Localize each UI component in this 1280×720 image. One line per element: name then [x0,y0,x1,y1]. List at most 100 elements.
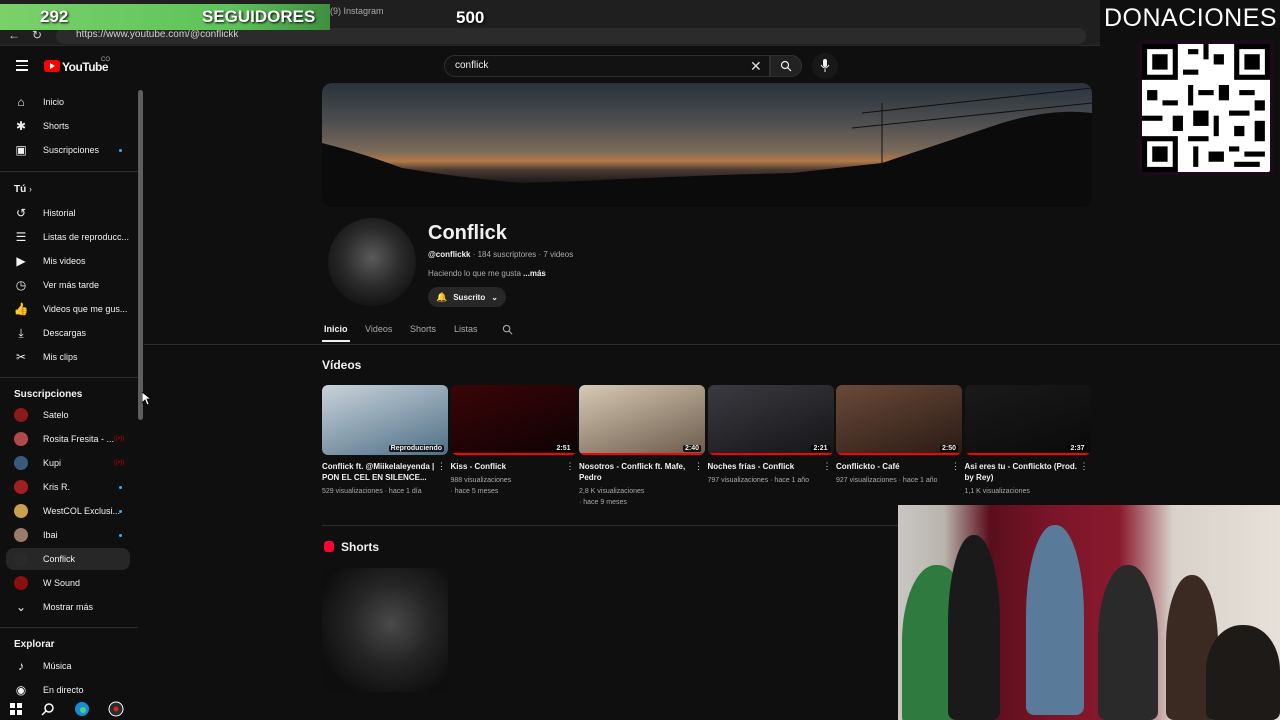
video-meta: 797 visualizaciones · hace 1 año [707,477,810,484]
clear-search-icon[interactable]: ✕ [750,58,762,75]
sidebar-item-mis-videos[interactable]: ▶ Mis videos [6,250,130,272]
video-card[interactable]: 2:50 Conflickto - Café 927 visualizaciones… [836,385,962,486]
sidebar-sub-conflick[interactable]: Conflick [6,548,130,570]
sidebar-item-musica[interactable]: ♪ Música [6,655,130,677]
sidebar-sub-ibai[interactable]: Ibai [6,524,130,546]
taskbar-search-icon[interactable] [40,701,56,717]
sidebar-item-ver-mas-tarde[interactable]: ◷ Ver más tarde [6,274,130,296]
obs-app-icon[interactable] [108,701,124,717]
sidebar-item-listas[interactable]: ☰ Listas de reproducc... [6,226,130,248]
video-card[interactable]: 2:21 Noches frías - Conflick 797 visualiza… [707,385,834,486]
video-meta: 927 visualizaciones · hace 1 año [836,477,938,484]
more-options-icon[interactable]: ⋮ [566,461,575,472]
sidebar-item-suscripciones[interactable]: ▣ Suscripciones [6,139,130,161]
video-card[interactable]: 2:51 Kiss - Conflick 988 visualizaciones · … [450,385,577,497]
sidebar-item-label: Mostrar más [43,602,94,612]
subscribed-button[interactable]: 🔔 Suscrito ⌄ [428,287,506,307]
video-title[interactable]: Conflick ft. @Miikelaleyenda | PON EL CE… [322,461,448,483]
channel-avatar [14,480,28,494]
video-thumbnail[interactable]: Reproduciendo [322,385,448,455]
tab-videos[interactable]: Videos [365,324,392,334]
followers-label: SEGUIDORES [202,7,316,26]
more-options-icon[interactable]: ⋮ [437,461,446,472]
channel-stats: · 184 suscriptores · 7 videos [470,250,574,259]
new-content-dot [119,148,122,152]
video-card[interactable]: Reproduciendo Conflick ft. @Miikelaleyend… [322,385,448,497]
video-meta-secondary: · hace 9 meses [579,499,627,506]
more-options-icon[interactable]: ⋮ [694,461,703,472]
sidebar-sub-satelo[interactable]: Satelo [6,404,130,426]
sidebar-item-label: WestCOL Exclusi... [43,506,121,516]
sidebar-item-label: Conflick [43,554,76,564]
channel-handle: @conflickk [428,250,471,259]
sidebar-item-mis-clips[interactable]: ✂ Mis clips [6,346,130,368]
sidebar-sub-rosita[interactable]: Rosita Fresita - ... ((•)) [6,428,130,450]
short-thumbnail[interactable] [322,568,448,692]
live-indicator-icon: ((•)) [113,436,124,442]
sidebar-sub-kupi[interactable]: Kupi ((•)) [6,452,130,474]
my-videos-icon: ▶ [16,254,26,268]
sidebar-sub-kris[interactable]: Kris R. [6,476,130,498]
video-title[interactable]: Kiss - Conflick [451,461,577,472]
video-thumbnail[interactable]: 2:21 [707,385,834,455]
sidebar-item-label: Listas de reproducc... [43,232,130,242]
sidebar-item-inicio[interactable]: ⌂ Inicio [6,91,130,113]
back-icon[interactable]: ← [8,28,20,42]
sidebar-divider [0,377,138,378]
sidebar-item-historial[interactable]: ↺ Historial [6,202,130,224]
reload-icon[interactable]: ↻ [32,28,42,42]
channel-search-icon[interactable] [502,324,513,335]
video-card[interactable]: 2:40 Nosotros - Conflick ft. Mafe, Pedro 2… [579,385,705,508]
sidebar-item-label: Shorts [43,121,70,131]
video-meta: 1,1 K visualizaciones [964,488,1030,495]
live-icon: ◉ [15,683,27,697]
video-title[interactable]: Noches frías - Conflick [708,461,834,472]
video-thumbnail[interactable]: 2:40 [579,385,705,455]
more-options-icon[interactable]: ⋮ [1080,461,1089,472]
donations-title: DONACIONES [1104,4,1278,32]
sidebar-item-videos-gustados[interactable]: 👍 Videos que me gus... [6,298,130,320]
video-card[interactable]: 2:37 Asi eres tu - Conflickto (Prod. by R… [964,385,1091,497]
videos-section-title: Vídeos [322,358,362,372]
sidebar-item-label: Satelo [43,410,69,420]
more-options-icon[interactable]: ⋮ [951,461,960,472]
sidebar-show-more[interactable]: ⌄ Mostrar más [6,596,130,618]
qr-code-pattern [1142,44,1270,172]
video-thumbnail[interactable]: 2:50 [836,385,962,455]
video-title[interactable]: Nosotros - Conflick ft. Mafe, Pedro [579,461,705,483]
channel-description[interactable]: Haciendo lo que me gusta ...más [428,269,546,278]
tab-listas[interactable]: Listas [454,324,478,334]
video-meta: 988 visualizaciones [450,477,512,484]
sidebar-item-label: W Sound [43,578,81,588]
browser-tab-instagram[interactable]: (9) Instagram [330,6,384,16]
sidebar-sub-wsound[interactable]: W Sound [6,572,130,594]
music-icon: ♪ [18,659,24,673]
search-button[interactable] [770,55,802,77]
channel-avatar-large[interactable] [328,218,416,306]
search-icon [780,60,792,72]
video-thumbnail[interactable]: 2:51 [450,385,577,455]
video-thumbnail[interactable]: 2:37 [964,385,1091,455]
playlists-icon: ☰ [15,230,27,244]
video-title[interactable]: Asi eres tu - Conflickto (Prod. by Rey) [965,461,1091,483]
description-more-link[interactable]: ...más [523,269,546,278]
sidebar-sub-westcol[interactable]: WestCOL Exclusi... [6,500,130,522]
voice-search-button[interactable] [812,53,838,79]
channel-avatar [14,432,28,446]
tab-inicio[interactable]: Inicio [324,324,348,334]
sidebar-item-descargas[interactable]: ⤓ Descargas [6,322,130,344]
search-input[interactable] [455,60,735,71]
tab-shorts[interactable]: Shorts [410,324,436,334]
video-title[interactable]: Conflickto - Café [836,461,962,472]
windows-start-icon[interactable] [8,701,24,717]
more-options-icon[interactable]: ⋮ [823,461,832,472]
sidebar-item-label: Ibai [43,530,58,540]
edge-browser-icon[interactable] [74,701,90,717]
sidebar-you-heading[interactable]: Tú › [14,184,32,195]
webcam-overlay-image [898,505,1280,720]
sidebar-scrollbar[interactable] [138,90,143,420]
watch-progress-bar [836,453,962,455]
webcam-person [1206,625,1280,720]
clips-icon: ✂ [15,350,27,364]
sidebar-item-shorts[interactable]: ✱ Shorts [6,115,130,137]
